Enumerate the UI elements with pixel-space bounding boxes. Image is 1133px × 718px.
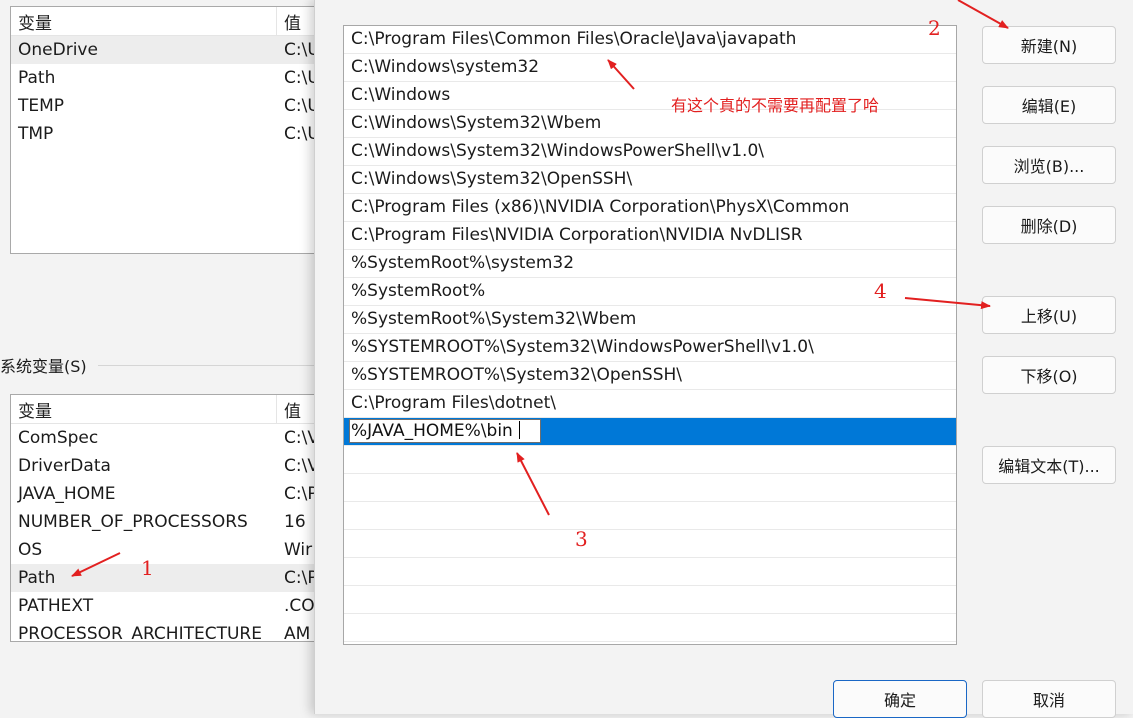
var-name: DriverData [18,456,111,476]
empty-row [344,530,956,558]
annotation-4: 4 [874,279,887,303]
path-entry[interactable]: C:\Windows\system32 [344,54,956,82]
empty-row [344,502,956,530]
annotation-1: 1 [141,556,154,580]
system-vars-label: 系统变量(S) [0,357,87,376]
table-row[interactable]: Path C:\U [11,64,321,92]
path-entry[interactable]: C:\Windows\System32\WindowsPowerShell\v1… [344,138,956,166]
section-divider [98,365,318,366]
var-name: TMP [18,124,54,144]
path-entry-editing[interactable]: %JAVA_HOME%\bin [344,418,956,446]
ok-button[interactable]: 确定 [833,680,967,718]
empty-row [344,586,956,614]
path-entry[interactable]: C:\Program Files\dotnet\ [344,390,956,418]
delete-button[interactable]: 删除(D) [982,206,1116,244]
path-edit-input[interactable]: %JAVA_HOME%\bin [349,419,541,443]
env-vars-dialog: 变量 值 OneDrive C:\U Path C:\U TEMP C:\U T… [0,0,322,714]
table-row[interactable]: NUMBER_OF_PROCESSORS 16 [11,508,321,536]
edit-button[interactable]: 编辑(E) [982,86,1116,124]
path-entry[interactable]: %SystemRoot%\system32 [344,250,956,278]
var-name: NUMBER_OF_PROCESSORS [18,512,248,532]
header-value[interactable]: 值 [277,397,301,422]
var-value: C:\P [284,568,318,588]
annotation-2: 2 [928,16,941,40]
path-entry[interactable]: %SYSTEMROOT%\System32\WindowsPowerShell\… [344,334,956,362]
table-row[interactable]: OneDrive C:\U [11,36,321,64]
browse-button[interactable]: 浏览(B)... [982,146,1116,184]
var-value: Wir [284,540,313,560]
cancel-button[interactable]: 取消 [982,680,1116,718]
table-row[interactable]: PROCESSOR_ARCHITECTURE AM [11,620,321,642]
path-entries-list[interactable]: C:\Program Files\Common Files\Oracle\Jav… [343,25,957,645]
empty-row [344,614,956,642]
var-value: AM [284,624,311,642]
var-name: PATHEXT [18,596,94,616]
var-value: .CO [284,596,315,616]
table-row[interactable]: OS Wir [11,536,321,564]
table-row[interactable]: ComSpec C:\V [11,424,321,452]
path-entry[interactable]: %SYSTEMROOT%\System32\OpenSSH\ [344,362,956,390]
path-entry[interactable]: C:\Program Files\Common Files\Oracle\Jav… [344,26,956,54]
user-vars-header: 变量 值 [11,7,321,36]
annotation-note: 有这个真的不需要再配置了哈 [671,96,880,115]
path-entry[interactable]: C:\Windows\System32\OpenSSH\ [344,166,956,194]
path-entry[interactable]: C:\Program Files\NVIDIA Corporation\NVID… [344,222,956,250]
system-vars-header: 变量 值 [11,395,321,424]
table-row[interactable]: PATHEXT .CO [11,592,321,620]
table-row[interactable]: Path C:\P [11,564,321,592]
table-row[interactable]: DriverData C:\V [11,452,321,480]
var-name: ComSpec [18,428,99,448]
annotation-3: 3 [575,527,588,551]
empty-row [344,474,956,502]
move-up-button[interactable]: 上移(U) [982,296,1116,334]
var-name: Path [18,68,56,88]
var-name: OneDrive [18,40,98,60]
var-value: C:\V [284,428,319,448]
header-name[interactable]: 变量 [11,395,277,423]
path-entry[interactable]: %SystemRoot%\System32\Wbem [344,306,956,334]
path-entry[interactable]: C:\Program Files (x86)\NVIDIA Corporatio… [344,194,956,222]
move-down-button[interactable]: 下移(O) [982,356,1116,394]
empty-row [344,446,956,474]
path-edit-value: %JAVA_HOME%\bin [351,421,513,441]
system-vars-list[interactable]: 变量 值 ComSpec C:\V DriverData C:\V JAVA_H… [10,394,322,642]
var-name: JAVA_HOME [18,484,116,504]
table-row[interactable]: TMP C:\U [11,120,321,148]
var-name: TEMP [18,96,65,116]
var-value: C:\V [284,456,319,476]
table-row[interactable]: TEMP C:\U [11,92,321,120]
var-name: PROCESSOR_ARCHITECTURE [18,624,262,642]
new-button[interactable]: 新建(N) [982,26,1116,64]
header-value[interactable]: 值 [277,9,301,34]
edit-text-button[interactable]: 编辑文本(T)... [982,446,1116,484]
text-caret [518,421,520,439]
var-value: 16 [284,512,306,532]
var-value: C:\P [284,484,318,504]
path-entry[interactable]: %SystemRoot% [344,278,956,306]
empty-row [344,558,956,586]
header-name[interactable]: 变量 [11,7,277,35]
table-row[interactable]: JAVA_HOME C:\P [11,480,321,508]
user-vars-list[interactable]: 变量 值 OneDrive C:\U Path C:\U TEMP C:\U T… [10,6,322,254]
